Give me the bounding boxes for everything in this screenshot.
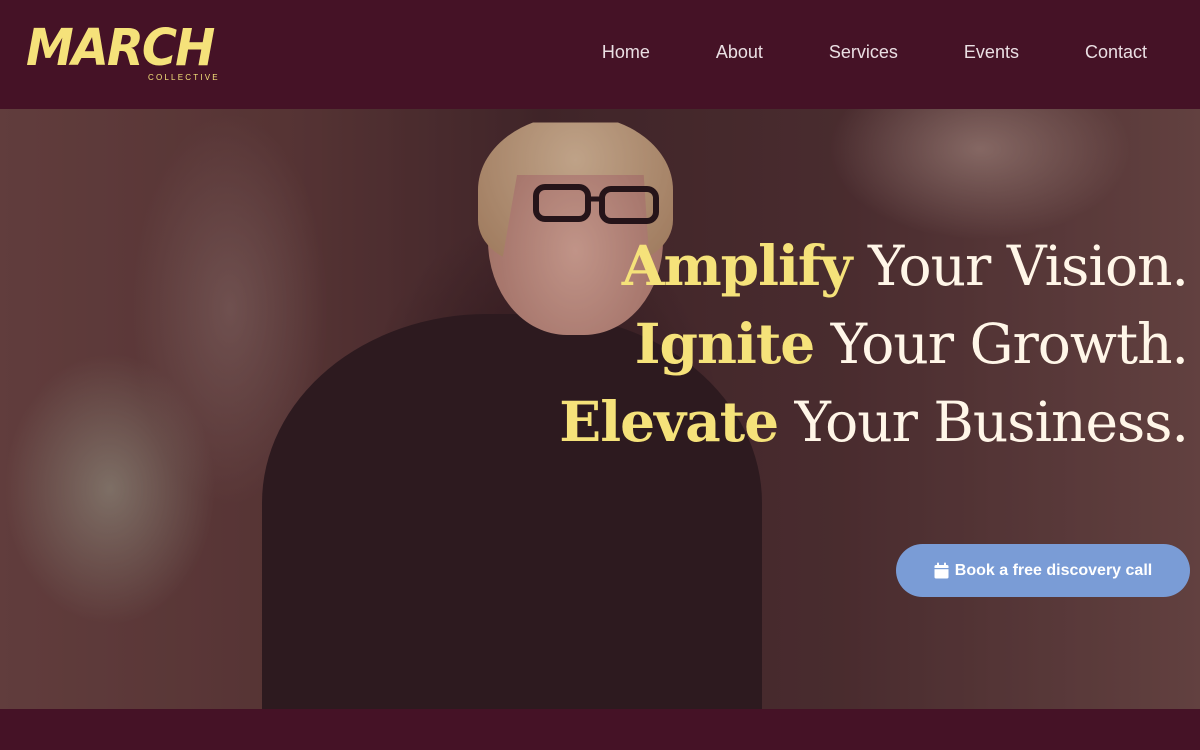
- headline-line-2: Ignite Your Growth.: [559, 305, 1189, 383]
- headline-accent-ignite: Ignite: [634, 311, 815, 376]
- headline-rest-2: Your Growth.: [814, 312, 1189, 376]
- main-nav: Home About Services Events Contact: [569, 42, 1180, 63]
- book-discovery-call-button[interactable]: Book a free discovery call: [896, 544, 1190, 597]
- nav-services[interactable]: Services: [796, 42, 931, 63]
- march-logo[interactable]: MARCH COLLECTIVE: [26, 19, 226, 86]
- section-divider-band: [0, 709, 1200, 750]
- nav-about[interactable]: About: [683, 42, 796, 63]
- nav-contact[interactable]: Contact: [1052, 42, 1180, 63]
- site-header: MARCH COLLECTIVE Home About Services Eve…: [0, 0, 1200, 109]
- logo-wordmark: MARCH: [26, 18, 215, 78]
- headline-rest-3: Your Business.: [778, 390, 1189, 454]
- calendar-icon: [934, 562, 949, 579]
- headline-accent-amplify: Amplify: [621, 233, 853, 298]
- headline-line-1: Amplify Your Vision.: [559, 227, 1189, 305]
- hero-section: Amplify Your Vision. Ignite Your Growth.…: [0, 109, 1200, 709]
- hero-headline: Amplify Your Vision. Ignite Your Growth.…: [559, 227, 1189, 461]
- headline-line-3: Elevate Your Business.: [559, 383, 1189, 461]
- nav-home[interactable]: Home: [569, 42, 683, 63]
- headline-accent-elevate: Elevate: [559, 389, 779, 454]
- cta-label: Book a free discovery call: [954, 561, 1153, 579]
- logo-tagline: COLLECTIVE: [148, 73, 220, 82]
- headline-rest-1: Your Vision.: [851, 234, 1189, 298]
- nav-events[interactable]: Events: [931, 42, 1052, 63]
